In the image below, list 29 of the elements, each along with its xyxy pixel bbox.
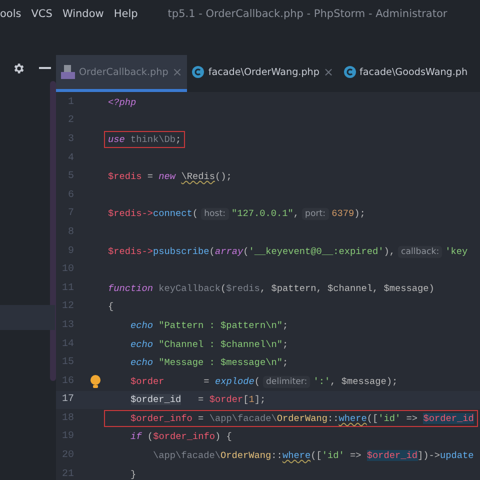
class-icon [344, 66, 356, 78]
code-line: $redis->connect( host: "127.0.0.1", port: 6379); [107, 207, 366, 222]
code-line: echo "Pattern : $pattern\n"; [130, 318, 290, 333]
code-line: $order_id = $order[1]; [130, 393, 267, 408]
menu-item[interactable]: ools [0, 8, 22, 20]
minimize-icon[interactable] [39, 66, 51, 70]
code-line: echo "Channel : $channel\n"; [130, 338, 290, 352]
menu-item[interactable]: Window [62, 8, 104, 20]
code-line: \app\facade\OrderWang::where(['id' => $order_id])->update [152, 449, 475, 464]
editor-tab[interactable]: facade\OrderWang.php × [187, 55, 339, 92]
scrollbar[interactable] [50, 81, 56, 381]
editor-tab[interactable]: facade\GoodsWang.ph [338, 55, 473, 92]
code-line: if ($order_info) { [130, 430, 233, 444]
php-file-icon [61, 65, 75, 79]
menu-item[interactable]: Help [114, 8, 138, 20]
code-line: $redis->psubscribe(array('__keyevent@0__:expired'), callback: 'key [107, 244, 469, 260]
code-line: { [107, 300, 115, 314]
code-line: <?php [107, 96, 138, 110]
lightbulb-icon[interactable] [90, 374, 101, 388]
class-icon [192, 66, 204, 78]
settings-icon[interactable] [12, 62, 25, 74]
code-line: echo "Message : $message\n"; [130, 356, 290, 370]
code-line: $redis = new \Redis(); [107, 170, 233, 184]
code-line: $order = explode( delimiter: ':', $message); [130, 374, 399, 390]
menu-item[interactable]: VCS [31, 8, 52, 20]
code-line: function keyCallback($redis, $pattern, $channel, $message) [107, 282, 436, 296]
code-line: } [130, 468, 138, 480]
window-title: tp5.1 - OrderCallback.php - PhpStorm - Administrator [168, 8, 448, 20]
line-number: 17 [60, 394, 74, 406]
